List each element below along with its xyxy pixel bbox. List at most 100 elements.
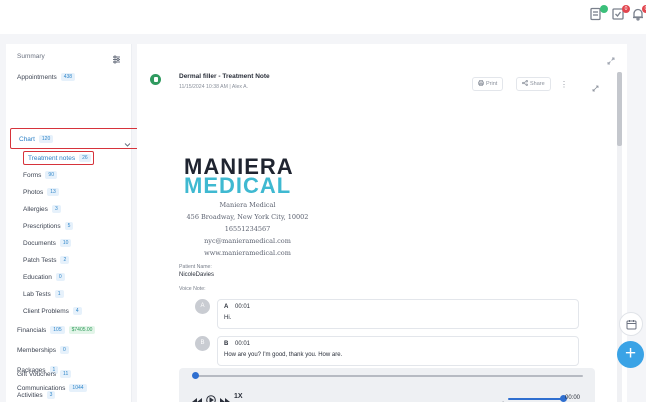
sidebar-item-label: Allergies [23,206,48,213]
count-badge: 4 [72,307,82,315]
sidebar-item-memberships[interactable]: Memberships 0 [17,346,69,354]
sidebar-item-label: Financials [17,327,47,334]
count-badge: 0 [60,346,69,354]
sidebar-item-activities[interactable]: Activities 3 [17,391,56,399]
avatar: B [195,336,210,351]
count-badge: 0 [55,273,65,281]
count-badge: 13 [47,188,59,196]
play-icon[interactable] [206,392,216,402]
audio-player: 5sec 5sec 1X 00:00 [179,368,595,402]
playback-speed[interactable]: 1X [234,393,243,400]
printer-icon [478,80,484,86]
calendar-button[interactable] [619,312,643,336]
sidebar-item-label: Client Problems [23,308,69,315]
clinic-email: nyc@manieramedical.com [204,237,291,245]
forms-icon[interactable] [589,5,608,25]
audio-duration: 00:00 [565,395,581,401]
voice-note-label: Voice Note: [179,286,206,292]
count-badge: 120 [38,135,54,143]
sidebar-subitem-client-problems[interactable]: Client Problems 4 [23,307,82,315]
message-time: 00:01 [235,341,251,347]
clinic-website: www.manieramedical.com [204,249,291,257]
forward-icon[interactable] [220,393,230,402]
avatar: A [195,299,210,314]
count-badge: 438 [60,73,76,81]
sidebar-item-appointments[interactable]: Appointments 438 [17,73,76,81]
count-badge: 1044 [69,384,87,392]
transcript-message: B 00:01 How are you? I'm good, thank you… [217,336,579,366]
print-button[interactable]: Print [472,77,504,91]
sidebar-item-label: Forms [23,172,42,179]
sidebar-item-label: Chart [19,136,35,143]
resize-icon[interactable] [592,79,599,92]
expand-icon[interactable] [607,52,615,65]
sidebar-subitem-patch-tests[interactable]: Patch Tests 2 [23,256,70,264]
message-time: 00:01 [235,304,251,310]
bell-badge: 0 [642,5,646,13]
sidebar-item-label: Activities [17,392,43,399]
top-bar: 0 0 [0,0,646,34]
sidebar-subitem-treatment-notes[interactable]: Treatment notes 26 [23,151,94,165]
forms-badge [600,5,608,13]
sidebar-item-chart[interactable]: Chart 120 [10,128,139,149]
sidebar: Summary Appointments 438 Chart 120 Treatme… [6,44,139,402]
tasks-badge: 0 [622,5,630,13]
clinic-name: Maniera Medical [219,201,276,209]
patient-name-label: Patient Name: [179,264,212,270]
clinic-phone: 16551234567 [224,225,271,233]
sidebar-subitem-documents[interactable]: Documents 10 [23,239,72,247]
sidebar-title: Summary [17,53,45,60]
sidebar-item-label: Prescriptions [23,223,61,230]
share-button[interactable]: Share [516,77,551,91]
sidebar-item-label: Lab Tests [23,291,51,298]
share-icon [522,80,528,86]
count-badge: 1 [54,290,64,298]
balance-badge: $7405.00 [68,326,96,334]
sidebar-item-label: Appointments [17,74,57,81]
sidebar-subitem-treatment-notes-label: Treatment notes 26 [28,154,91,162]
filter-icon[interactable] [112,51,121,64]
sidebar-item-label: Treatment notes [28,155,76,162]
sidebar-item-financials[interactable]: Financials 105 $7405.00 [17,326,96,334]
sidebar-item-label: Memberships [17,347,57,354]
sidebar-subitem-forms[interactable]: Forms 90 [23,171,57,179]
note-body: MANIERA MEDICAL Maniera Medical 456 Broa… [167,100,619,402]
count-badge: 3 [46,391,56,399]
count-badge: 10 [59,239,72,247]
add-button[interactable]: + [617,341,644,368]
sidebar-item-chart-label: Chart 120 [19,135,54,143]
sidebar-subitem-photos[interactable]: Photos 13 [23,188,59,196]
sidebar-item-label: Documents [23,240,56,247]
clinic-logo-line2: MEDICAL [184,173,292,198]
main-panel: Dermal filler - Treatment Note 11/15/202… [137,44,627,402]
chevron-down-icon[interactable] [124,135,131,147]
audio-progress-handle[interactable] [192,372,199,379]
message-speaker: A [224,304,229,310]
sidebar-subitem-prescriptions[interactable]: Prescriptions 5 [23,222,74,230]
share-label: Share [530,81,545,87]
sidebar-item-label: Photos [23,189,44,196]
count-badge: 90 [45,171,57,179]
sidebar-item-label: Education [23,274,52,281]
sidebar-subitem-allergies[interactable]: Allergies 3 [23,205,61,213]
calendar-icon [626,320,637,330]
rewind-icon[interactable] [192,393,202,402]
bell-icon[interactable]: 0 [631,5,646,25]
tasks-icon[interactable]: 0 [611,5,630,25]
audio-progress-track[interactable] [195,375,583,377]
more-options-icon[interactable]: ⋮ [560,80,568,89]
sidebar-subitem-lab-tests[interactable]: Lab Tests 1 [23,290,64,298]
message-speaker: B [224,341,229,347]
count-badge: 3 [51,205,61,213]
sidebar-subitem-education[interactable]: Education 0 [23,273,65,281]
volume-icon[interactable] [499,395,506,402]
sidebar-item-gift-vouchers[interactable]: Gift Vouchers 11 [17,370,72,378]
note-title: Dermal filler - Treatment Note [179,73,270,80]
volume-slider[interactable] [508,398,563,400]
note-scrollbar-thumb[interactable] [617,72,622,146]
treatment-note-icon [150,74,161,85]
count-badge: 11 [60,370,72,378]
transcript-message: A 00:01 Hi. [217,299,579,329]
sidebar-item-label: Patch Tests [23,257,57,264]
count-badge: 26 [79,154,91,162]
